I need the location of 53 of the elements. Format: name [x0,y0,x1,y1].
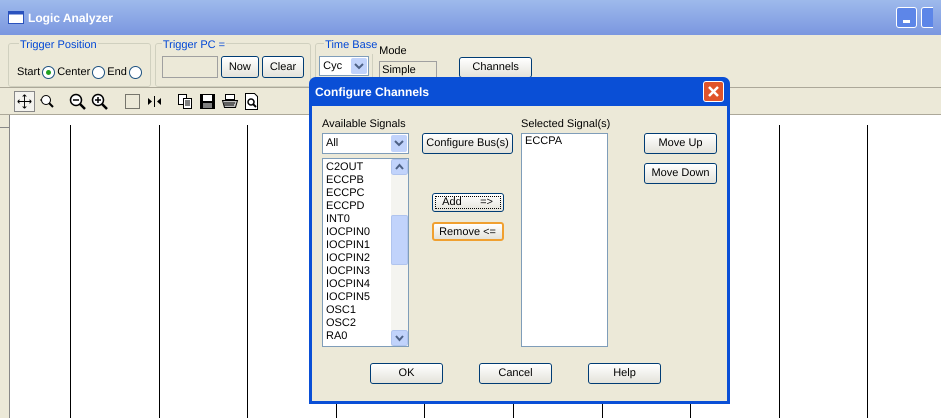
cancel-button[interactable]: Cancel [479,363,552,384]
scroll-down-icon[interactable] [391,330,408,346]
signal-filter-dropdown[interactable]: All [322,133,410,154]
scroll-thumb[interactable] [391,215,408,265]
minimize-button[interactable] [896,7,917,28]
signal-list-item[interactable]: IOCPIN4 [326,278,392,291]
signal-list-item[interactable]: ECCPD [326,200,392,213]
channels-button[interactable]: Channels [459,57,532,78]
remove-button[interactable]: Remove <= [432,222,504,241]
signal-list-item[interactable]: OSC1 [326,304,392,317]
window-icon [8,11,24,24]
move-up-button[interactable]: Move Up [644,133,717,154]
signal-list-item[interactable]: IOCPIN0 [326,226,392,239]
signal-list-item[interactable]: C2OUT [326,161,392,174]
signal-list-item[interactable]: ECCPA [525,135,607,148]
signal-list-item[interactable]: OSC2 [326,317,392,330]
now-button[interactable]: Now [220,56,259,78]
clear-button[interactable]: Clear [262,56,304,78]
maximize-button[interactable] [921,7,933,28]
signal-list-item[interactable]: IOCPIN1 [326,239,392,252]
available-signals-label: Available Signals [322,117,407,131]
signal-list-item[interactable]: INT0 [326,213,392,226]
radio-button[interactable] [128,66,142,79]
signal-list-item[interactable]: RA0 [326,330,392,343]
close-icon [707,85,720,98]
close-button[interactable] [703,81,724,102]
add-button[interactable]: Add => [432,193,504,212]
mode-label: Mode [379,44,408,59]
signal-list-item[interactable]: IOCPIN2 [326,252,392,265]
ok-button[interactable]: OK [370,363,443,384]
selected-signals-label: Selected Signal(s) [521,117,608,131]
configure-bus-button[interactable]: Configure Bus(s) [422,133,514,154]
scrollbar[interactable] [391,159,408,346]
scroll-up-icon[interactable] [391,159,408,175]
group-label: Time Base [324,37,378,54]
radio-button[interactable] [42,66,56,79]
signal-list-item[interactable]: IOCPIN5 [326,291,392,304]
radio-label: Start [17,65,40,80]
time-base-dropdown[interactable]: Cyc [319,56,370,76]
signal-list-item[interactable]: IOCPIN3 [326,265,392,278]
help-button[interactable]: Help [588,363,661,384]
group-label: Trigger PC = [162,37,226,54]
move-down-button[interactable]: Move Down [644,163,717,184]
signal-list-item[interactable]: ECCPB [326,174,392,187]
radio-button[interactable] [92,66,106,79]
dialog-title: Configure Channels [315,84,430,100]
pan-icon[interactable] [14,90,35,112]
group-label: Trigger Position [19,37,98,54]
trigger-pc-field[interactable] [162,56,218,78]
signal-list-item[interactable]: ECCPC [326,187,392,200]
window-title: Logic Analyzer [28,10,114,26]
radio-label: Center [57,65,90,80]
radio-label: End [107,65,127,80]
